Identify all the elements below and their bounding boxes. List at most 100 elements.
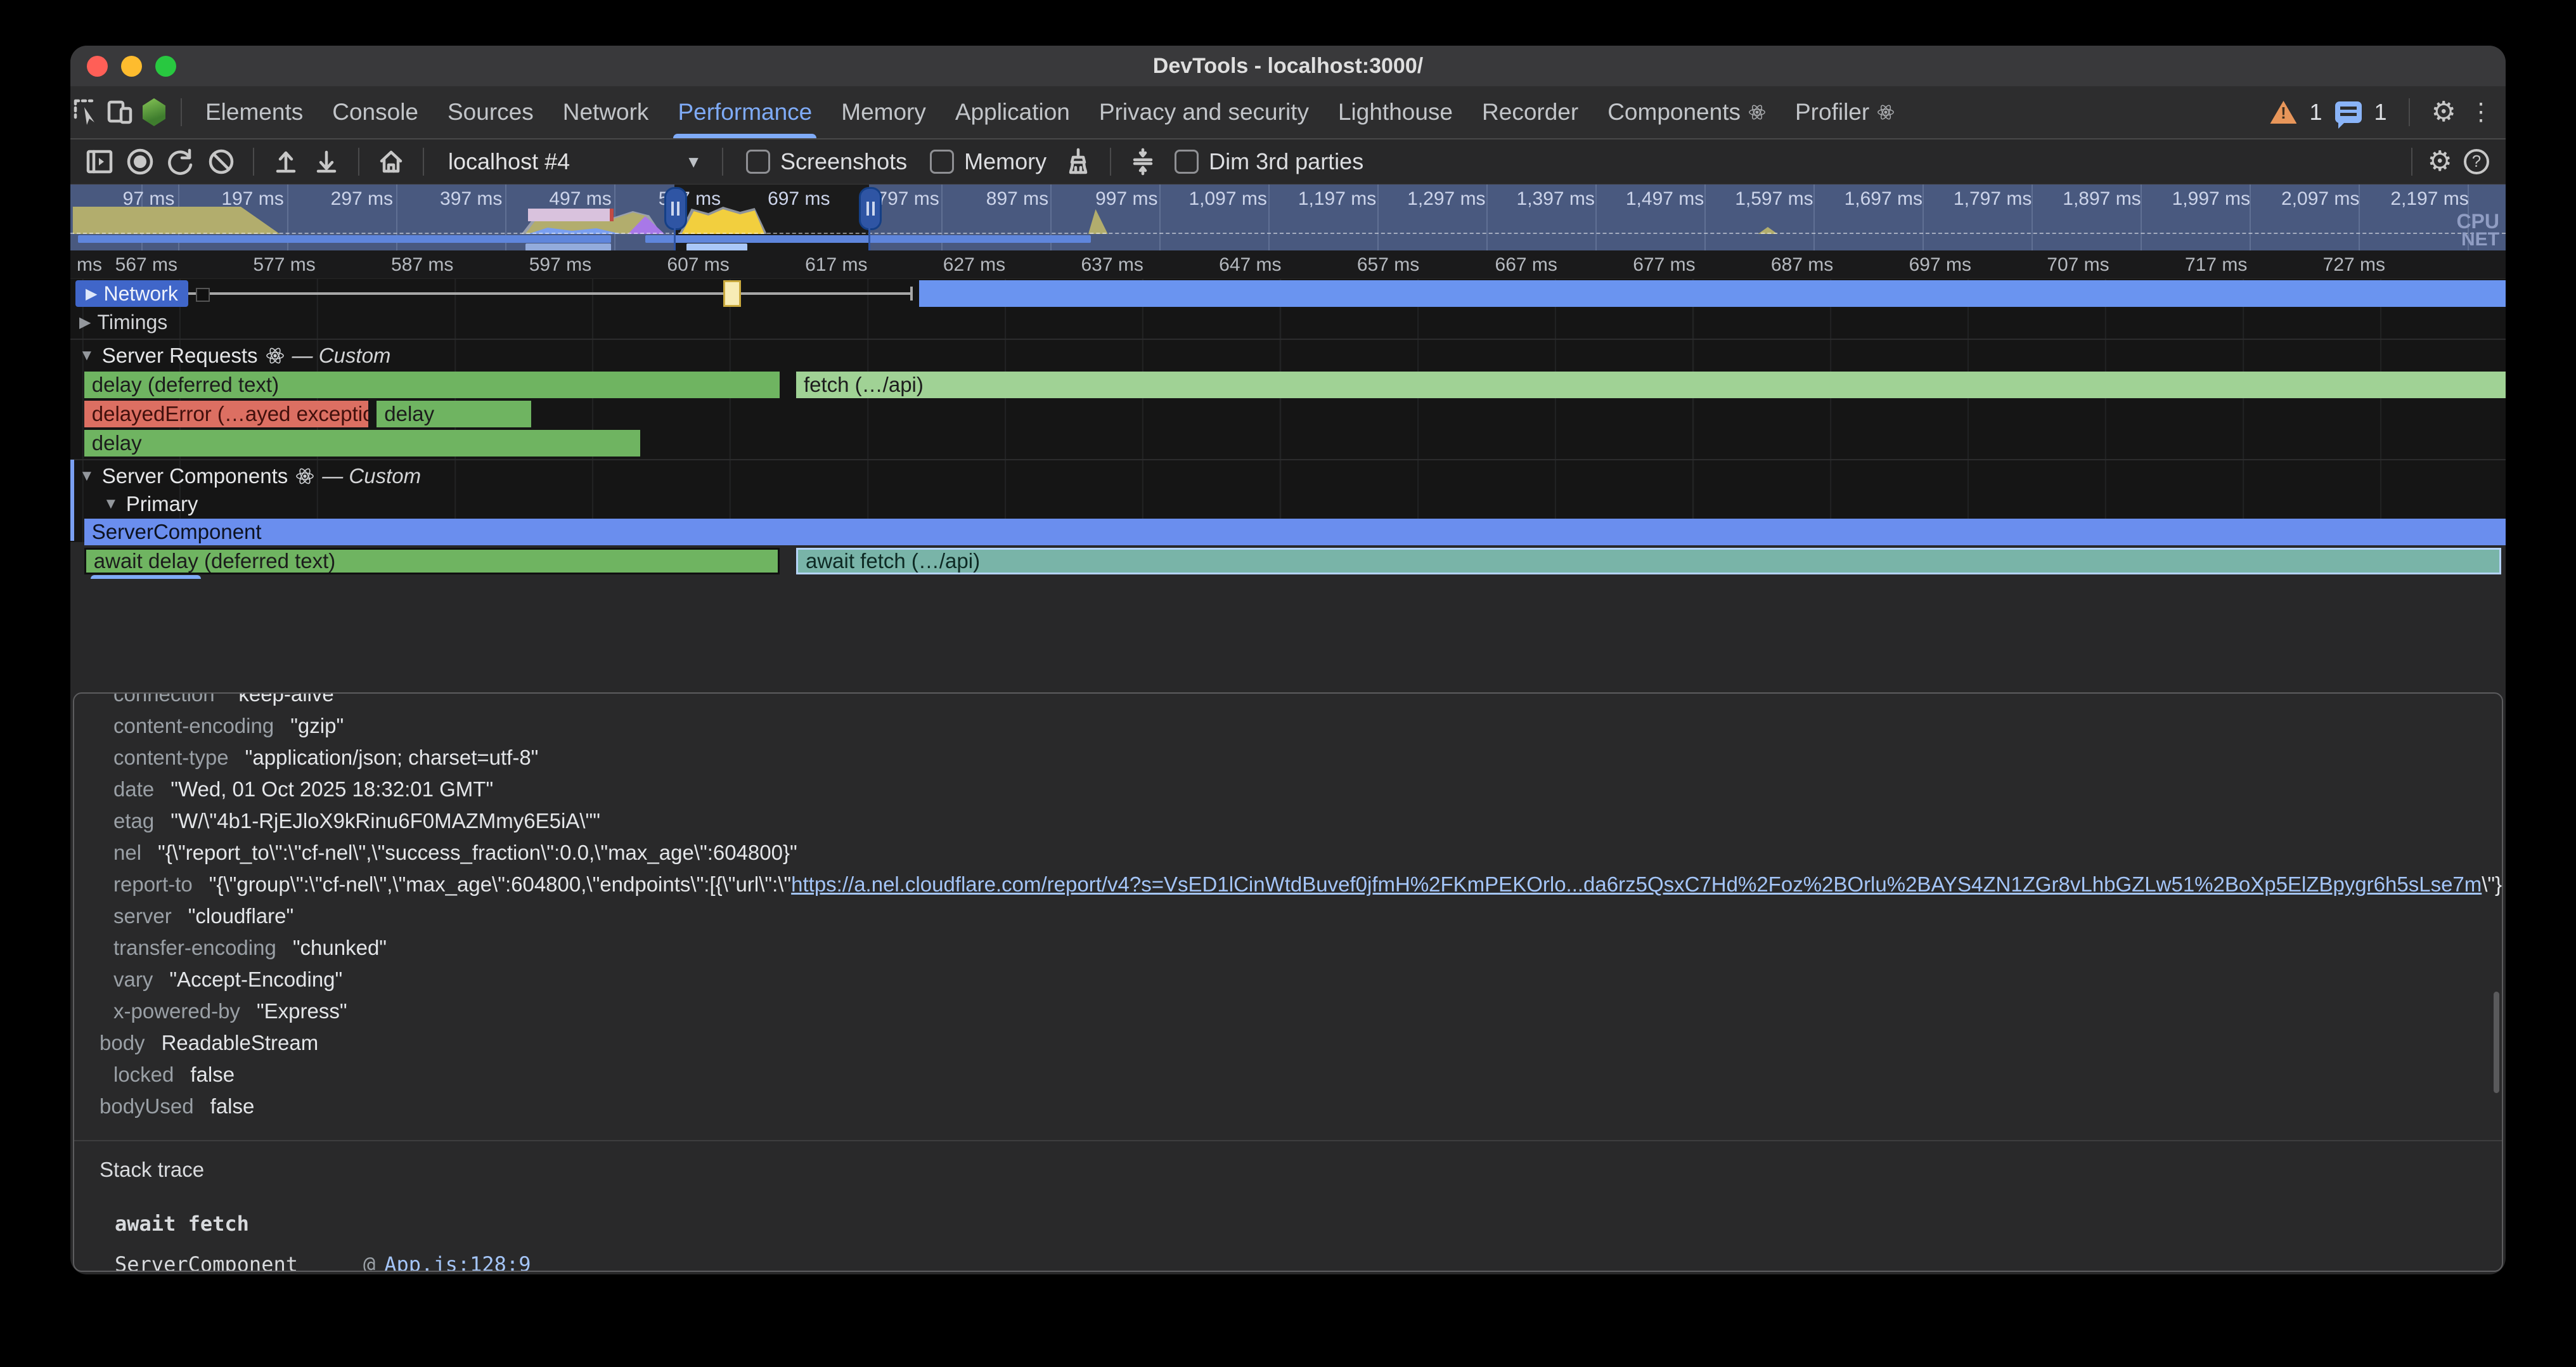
tab-application[interactable]: Application [941,86,1085,138]
history-select[interactable]: localhost #4 ▼ [438,148,708,175]
help-icon[interactable]: ? [2459,144,2494,179]
record-button[interactable] [122,144,158,179]
server-components-row[interactable]: await delay (deferred text) await fetch (… [70,547,2506,576]
event-bar-delay[interactable]: delay [84,430,640,457]
overview-tick-label: 2,197 ms [2361,188,2469,210]
server-requests-row[interactable]: delayedError (…ayed exception) delay [70,399,2506,429]
devtools-tabbar: ElementsConsoleSourcesNetworkPerformance… [70,86,2506,139]
issues-icon[interactable] [2335,101,2362,123]
stack-frame: ServerComponent@App.js:128:9 [115,1244,2502,1272]
tab-network[interactable]: Network [548,86,664,138]
tab-privacy-and-security[interactable]: Privacy and security [1085,86,1323,138]
property-row-locked: lockedfalse [100,1059,2502,1091]
property-row-bodyUsed: bodyUsedfalse [100,1091,2502,1122]
overview-tick-label: 1,097 ms [1159,188,1267,210]
network-track[interactable]: ▶ Network [70,279,2506,308]
kebab-menu-icon[interactable]: ⋮ [2469,100,2493,124]
track-resize-handle[interactable] [196,288,210,302]
checkbox-box[interactable] [1175,150,1199,174]
toggle-sidebar-icon[interactable] [82,144,117,179]
event-bar-delay[interactable]: delay [377,401,531,427]
server-requests-row[interactable]: delay [70,429,2506,458]
server-components-row[interactable]: ServerComponent [70,517,2506,547]
home-icon[interactable] [373,144,409,179]
clear-button[interactable] [203,144,239,179]
overview-network-bar [525,243,610,250]
overview-tick-label: 1,797 ms [1924,188,2032,210]
ruler-tick-label: 717 ms [2120,254,2247,276]
timeline-ruler: ms567 ms577 ms587 ms597 ms607 ms617 ms62… [70,250,2506,279]
event-bar-await-fetch-api-[interactable]: await fetch (…/api) [796,548,2501,574]
ruler-tick-label: 707 ms [1983,254,2109,276]
event-bar[interactable] [919,280,2506,307]
ruler-tick-label: 657 ms [1292,254,1419,276]
tab-components[interactable]: Components [1593,86,1781,138]
event-bar-delay-deferred-text-[interactable]: delay (deferred text) [84,372,780,398]
shrink-flamechart-icon[interactable] [1125,144,1161,179]
memory-checkbox[interactable]: Memory [930,148,1046,175]
record-and-reload-button[interactable] [163,144,198,179]
event-bar-servercomponent[interactable]: ServerComponent [84,519,2506,545]
warning-icon[interactable] [2270,101,2296,124]
ruler-tick-label: 577 ms [189,254,316,276]
event-bar-fetch-api-[interactable]: fetch (…/api) [796,372,2506,398]
save-profile-icon[interactable] [309,144,344,179]
overview-network-bar [78,235,611,243]
device-toolbar-icon[interactable] [103,96,136,129]
disclosure-triangle-icon[interactable]: ▼ [79,347,94,365]
disclosure-triangle-icon[interactable]: ▼ [79,467,94,485]
overview-tick-label: 797 ms [832,188,939,210]
inspect-element-icon[interactable] [70,96,103,129]
server-requests-row[interactable]: delay (deferred text) fetch (…/api) [70,370,2506,399]
event-bar[interactable] [723,280,741,307]
stack-trace-title: Stack trace [100,1158,2502,1182]
details-scrollbar-thumb[interactable] [2494,992,2499,1093]
source-location-link[interactable]: App.js:128:9 [384,1252,531,1272]
summary-details-pane[interactable]: connection"keep-alive"content-encoding"g… [73,692,2503,1272]
server-requests-header[interactable]: ▼ Server Requests — Custom [70,341,2506,370]
network-track-label[interactable]: ▶ Network [75,280,188,307]
tab-memory[interactable]: Memory [827,86,941,138]
dim-3rd-parties-checkbox[interactable]: Dim 3rd parties [1175,148,1363,175]
panel-settings-gear-icon[interactable]: ⚙ [2428,148,2452,176]
tab-sources[interactable]: Sources [433,86,548,138]
disclosure-triangle-icon[interactable]: ▼ [103,495,119,513]
report-url-link[interactable]: https://a.nel.cloudflare.com/report/v4?s… [791,872,2482,896]
chevron-down-icon: ▼ [685,152,702,172]
selection-right-handle[interactable] [859,187,882,230]
property-row-nel: nel"{\"report_to\":\"cf-nel\",\"success_… [100,837,2502,869]
settings-gear-icon[interactable]: ⚙ [2431,98,2456,126]
load-profile-icon[interactable] [268,144,304,179]
ruler-tick-label: 697 ms [1845,254,1971,276]
tab-lighthouse[interactable]: Lighthouse [1323,86,1467,138]
warning-count[interactable]: 1 [2309,99,2322,126]
flame-chart[interactable]: ms567 ms577 ms587 ms597 ms607 ms617 ms62… [70,250,2506,542]
property-row-transfer-encoding: transfer-encoding"chunked" [100,932,2502,964]
tab-console[interactable]: Console [318,86,433,138]
ruler-tick-label: 637 ms [1017,254,1143,276]
timings-track[interactable]: ▶ Timings [70,308,2506,337]
event-bar-delayederror-ayed-exception-[interactable]: delayedError (…ayed exception) [84,401,368,427]
screenshots-checkbox[interactable]: Screenshots [746,148,907,175]
issues-count[interactable]: 1 [2374,99,2387,126]
timeline-overview[interactable]: 97 ms197 ms297 ms397 ms497 ms597 ms697 m… [70,185,2506,250]
event-bar-await-delay-deferred-text-[interactable]: await delay (deferred text) [84,548,780,574]
ruler-tick-label: 727 ms [2258,254,2385,276]
server-components-header[interactable]: ▼ Server Components — Custom [70,462,2506,491]
checkbox-box[interactable] [930,150,954,174]
disclosure-triangle-icon[interactable]: ▶ [86,285,97,303]
tab-elements[interactable]: Elements [191,86,318,138]
overview-tick-label: 697 ms [722,188,830,210]
tab-profiler[interactable]: Profiler [1781,86,1909,138]
tab-performance[interactable]: Performance [663,86,827,138]
overview-tick-label: 97 ms [70,188,174,210]
checkbox-box[interactable] [746,150,770,174]
garbage-collect-icon[interactable] [1060,144,1096,179]
overview-tick-label: 2,097 ms [2251,188,2359,210]
disclosure-triangle-icon[interactable]: ▶ [79,313,91,332]
ruler-tick-label: 617 ms [740,254,867,276]
primary-subtrack-header[interactable]: ▼ Primary [70,491,2506,517]
overview-tick-label: 1,397 ms [1487,188,1595,210]
tab-recorder[interactable]: Recorder [1467,86,1593,138]
selection-left-handle[interactable] [664,187,687,230]
